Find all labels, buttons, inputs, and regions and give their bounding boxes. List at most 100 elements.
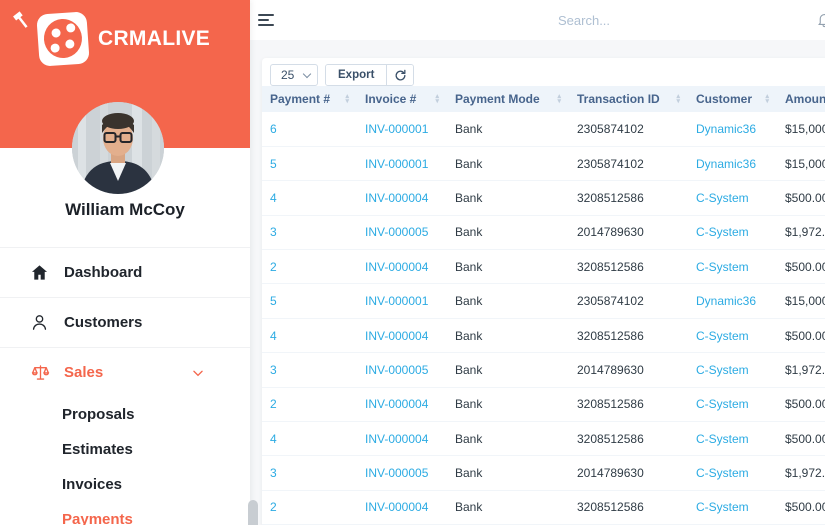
transaction-id-cell: 2305874102 — [569, 284, 688, 318]
sidebar-subitem-proposals[interactable]: Proposals — [0, 397, 250, 432]
payment-number-link[interactable]: 3 — [262, 456, 357, 490]
payment-number-link[interactable]: 3 — [262, 215, 357, 249]
invoice-link[interactable]: INV-000004 — [357, 387, 447, 421]
customer-link[interactable]: Dynamic36 — [688, 146, 777, 180]
transaction-id-cell: 3208512586 — [569, 490, 688, 524]
table-row: 3INV-000005Bank2014789630C-System$1,972.… — [262, 215, 825, 249]
sidebar-subitem-payments[interactable]: Payments — [0, 502, 250, 525]
amount-cell: $15,000.00 — [777, 146, 825, 180]
sort-icon: ▴▾ — [345, 94, 349, 104]
invoice-link[interactable]: INV-000004 — [357, 318, 447, 352]
payment-number-link[interactable]: 2 — [262, 490, 357, 524]
sidebar: CRMALIVE William McCoy DashboardCustomer… — [0, 0, 250, 525]
avatar — [72, 102, 164, 194]
invoice-link[interactable]: INV-000001 — [357, 112, 447, 146]
customer-link[interactable]: Dynamic36 — [688, 112, 777, 146]
payment-number-link[interactable]: 3 — [262, 353, 357, 387]
payment-mode-cell: Bank — [447, 387, 569, 421]
sidebar-item-dashboard[interactable]: Dashboard — [0, 247, 250, 297]
column-header-payment-mode[interactable]: Payment Mode▴▾ — [447, 86, 569, 112]
transaction-id-cell: 2305874102 — [569, 146, 688, 180]
export-button[interactable]: Export — [326, 65, 387, 85]
column-header-transaction-id[interactable]: Transaction ID▴▾ — [569, 86, 688, 112]
customer-link[interactable]: C-System — [688, 318, 777, 352]
payment-mode-cell: Bank — [447, 284, 569, 318]
sidebar-item-sales[interactable]: Sales — [0, 347, 250, 397]
sidebar-item-label: Sales — [64, 364, 103, 381]
customer-link[interactable]: C-System — [688, 353, 777, 387]
payment-mode-cell: Bank — [447, 490, 569, 524]
user-icon — [30, 313, 51, 332]
scrollbar-thumb[interactable] — [248, 500, 258, 525]
customer-link[interactable]: C-System — [688, 250, 777, 284]
logo-text: CRMALIVE — [98, 27, 210, 51]
invoice-link[interactable]: INV-000005 — [357, 456, 447, 490]
payment-number-link[interactable]: 4 — [262, 318, 357, 352]
customer-link[interactable]: C-System — [688, 456, 777, 490]
transaction-id-cell: 3208512586 — [569, 387, 688, 421]
customer-link[interactable]: C-System — [688, 422, 777, 456]
transaction-id-cell: 2014789630 — [569, 353, 688, 387]
customer-link[interactable]: C-System — [688, 490, 777, 524]
page-size-select[interactable]: 25 — [270, 64, 318, 86]
bell-icon[interactable] — [816, 11, 825, 33]
column-header-invoice[interactable]: Invoice #▴▾ — [357, 86, 447, 112]
table-header-row: Payment #▴▾Invoice #▴▾Payment Mode▴▾Tran… — [262, 86, 825, 112]
sidebar-item-label: Dashboard — [64, 264, 142, 281]
invoice-link[interactable]: INV-000004 — [357, 490, 447, 524]
payment-number-link[interactable]: 5 — [262, 146, 357, 180]
customer-link[interactable]: Dynamic36 — [688, 284, 777, 318]
payment-mode-cell: Bank — [447, 112, 569, 146]
table-row: 2INV-000004Bank3208512586C-System$500.00 — [262, 387, 825, 421]
payment-mode-cell: Bank — [447, 422, 569, 456]
payment-number-link[interactable]: 4 — [262, 181, 357, 215]
customer-link[interactable]: C-System — [688, 215, 777, 249]
invoice-link[interactable]: INV-000004 — [357, 181, 447, 215]
payment-number-link[interactable]: 5 — [262, 284, 357, 318]
sidebar-item-customers[interactable]: Customers — [0, 297, 250, 347]
transaction-id-cell: 2014789630 — [569, 456, 688, 490]
invoice-link[interactable]: INV-000005 — [357, 353, 447, 387]
table-row: 4INV-000004Bank3208512586C-System$500.00 — [262, 422, 825, 456]
column-header-payment[interactable]: Payment #▴▾ — [262, 86, 357, 112]
payment-number-link[interactable]: 4 — [262, 422, 357, 456]
payment-number-link[interactable]: 2 — [262, 250, 357, 284]
table-body: 6INV-000001Bank2305874102Dynamic36$15,00… — [262, 112, 825, 525]
invoice-link[interactable]: INV-000004 — [357, 250, 447, 284]
home-icon — [30, 263, 51, 282]
payment-number-link[interactable]: 2 — [262, 387, 357, 421]
column-header-amount[interactable]: Amount▴▾ — [777, 86, 825, 112]
amount-cell: $1,972.00 — [777, 353, 825, 387]
payment-number-link[interactable]: 6 — [262, 112, 357, 146]
invoice-link[interactable]: INV-000001 — [357, 284, 447, 318]
invoice-link[interactable]: INV-000001 — [357, 146, 447, 180]
payment-mode-cell: Bank — [447, 318, 569, 352]
sidebar-subitem-invoices[interactable]: Invoices — [0, 467, 250, 502]
refresh-icon — [394, 69, 407, 82]
sort-icon: ▴▾ — [557, 94, 561, 104]
refresh-button[interactable] — [387, 65, 413, 85]
invoice-link[interactable]: INV-000005 — [357, 215, 447, 249]
amount-cell: $500.00 — [777, 490, 825, 524]
sidebar-subitem-estimates[interactable]: Estimates — [0, 432, 250, 467]
logo: CRMALIVE — [0, 0, 250, 65]
amount-cell: $500.00 — [777, 422, 825, 456]
sort-icon: ▴▾ — [676, 94, 680, 104]
scales-icon — [30, 362, 51, 383]
sidebar-item-label: Customers — [64, 314, 142, 331]
customer-link[interactable]: C-System — [688, 387, 777, 421]
amount-cell: $15,000.00 — [777, 112, 825, 146]
transaction-id-cell: 2305874102 — [569, 112, 688, 146]
transaction-id-cell: 2014789630 — [569, 215, 688, 249]
menu-toggle-icon[interactable] — [258, 14, 274, 29]
table-row: 2INV-000004Bank3208512586C-System$500.00 — [262, 490, 825, 524]
table-row: 4INV-000004Bank3208512586C-System$500.00 — [262, 181, 825, 215]
table-row: 5INV-000001Bank2305874102Dynamic36$15,00… — [262, 146, 825, 180]
search-input[interactable] — [558, 9, 733, 31]
payments-table: Payment #▴▾Invoice #▴▾Payment Mode▴▾Tran… — [262, 86, 825, 525]
table-row: 3INV-000005Bank2014789630C-System$1,972.… — [262, 353, 825, 387]
invoice-link[interactable]: INV-000004 — [357, 422, 447, 456]
table-row: 4INV-000004Bank3208512586C-System$500.00 — [262, 318, 825, 352]
customer-link[interactable]: C-System — [688, 181, 777, 215]
column-header-customer[interactable]: Customer▴▾ — [688, 86, 777, 112]
